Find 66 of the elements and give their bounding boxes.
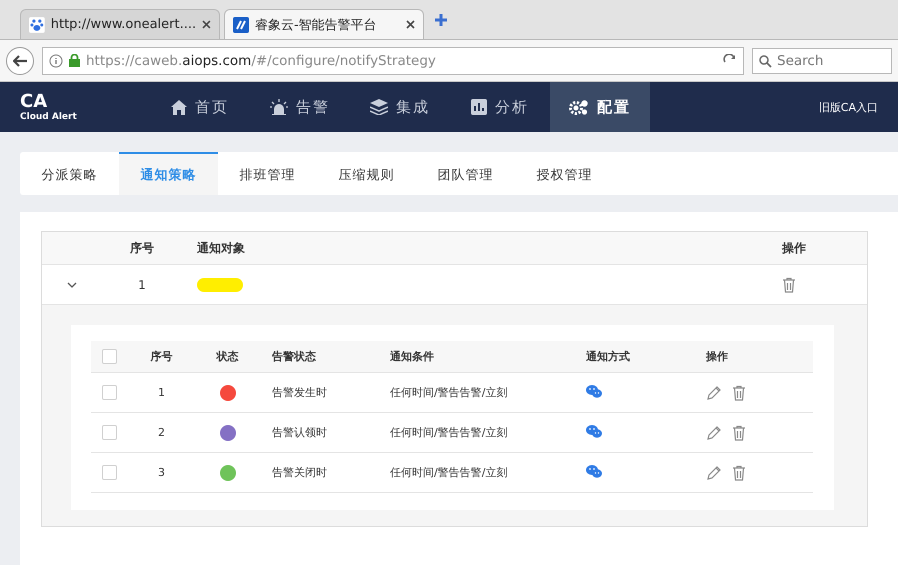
browser-tab[interactable]: http://www.onealert.... (20, 9, 220, 39)
chat-icon (586, 464, 602, 478)
layers-icon (370, 99, 388, 115)
column-header: 通知条件 (390, 349, 435, 364)
checkbox[interactable] (102, 385, 117, 400)
new-tab-icon[interactable] (434, 12, 448, 26)
nav-item[interactable]: 集成 (350, 82, 450, 132)
pencil-icon[interactable] (706, 424, 722, 440)
lock-icon (69, 54, 80, 67)
checkbox[interactable] (102, 465, 117, 480)
gears-icon (569, 98, 589, 116)
browser-tab[interactable]: 睿象云-智能告警平台 (224, 9, 424, 39)
table-cell-text: 1 (137, 278, 147, 292)
nav-item[interactable]: 配置 (550, 82, 650, 132)
nav-item[interactable]: 首页 (150, 82, 250, 132)
trash-icon[interactable] (732, 384, 746, 400)
address-bar[interactable]: https://caweb.aiops.com/#/configure/notifyStrategy (42, 46, 744, 74)
logo-icon (233, 16, 249, 32)
back-arrow-icon (13, 54, 27, 66)
tab[interactable]: 团队管理 (416, 152, 515, 195)
column-header: 序号 (150, 349, 174, 364)
chat-icon (586, 424, 602, 438)
bar-chart-icon (471, 99, 487, 115)
column-header: 状态 (215, 349, 240, 364)
nav-item[interactable]: 告警 (250, 82, 350, 132)
back-button[interactable] (6, 46, 34, 74)
redaction-mark (197, 278, 243, 292)
checkbox[interactable] (102, 349, 117, 364)
table-cell-text: 任何时间/警告告警/立刻 (390, 465, 508, 480)
column-header: 操作 (706, 349, 728, 364)
table-cell-text: 2 (157, 426, 166, 439)
column-header: 通知方式 (586, 349, 631, 364)
tab[interactable]: 授权管理 (515, 152, 614, 195)
pencil-icon[interactable] (706, 384, 722, 400)
logo-title: CA (20, 92, 48, 112)
close-icon[interactable] (202, 20, 211, 29)
alarm-light-icon (270, 99, 288, 115)
nav-item[interactable]: 分析 (450, 82, 550, 132)
column-header: 操作 (782, 240, 807, 256)
legacy-link[interactable]: 旧版CA入口 (818, 100, 898, 114)
column-header: 序号 (129, 240, 155, 256)
search-field[interactable]: Search (752, 48, 892, 74)
chat-icon (586, 384, 602, 398)
pencil-icon[interactable] (706, 464, 722, 480)
trash-icon[interactable] (782, 276, 796, 292)
table-cell-text: 任何时间/警告告警/立刻 (390, 385, 508, 400)
expand-toggle[interactable] (67, 282, 77, 288)
table-cell-text: 告警关闭时 (271, 465, 328, 480)
logo-subtitle: Cloud Alert (20, 112, 78, 122)
tab[interactable]: 压缩规则 (317, 152, 416, 195)
trash-icon[interactable] (732, 464, 746, 480)
home-icon (171, 100, 187, 114)
tab[interactable]: 排班管理 (218, 152, 317, 195)
column-header: 通知对象 (196, 240, 246, 256)
table-cell-text: 1 (157, 386, 166, 399)
tab[interactable]: 分派策略 (20, 152, 119, 195)
table-cell-text: 告警发生时 (271, 385, 328, 400)
close-icon[interactable] (406, 20, 415, 29)
checkbox[interactable] (102, 425, 117, 440)
column-header: 告警状态 (271, 349, 317, 364)
paw-icon (29, 16, 45, 32)
table-cell-text: 任何时间/警告告警/立刻 (390, 425, 508, 440)
table-cell-text: 告警认领时 (271, 425, 328, 440)
table-cell-text: 3 (157, 466, 166, 479)
info-icon (49, 54, 63, 68)
trash-icon[interactable] (732, 424, 746, 440)
